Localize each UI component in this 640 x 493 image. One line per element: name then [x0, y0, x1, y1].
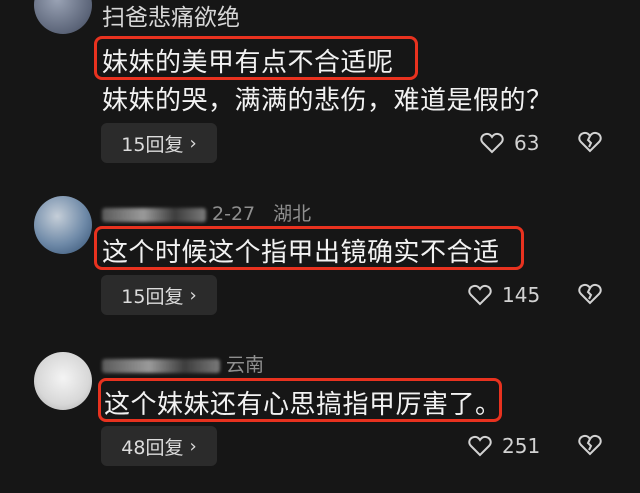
heart-outline-icon: [468, 284, 492, 306]
like-count: 145: [502, 283, 541, 307]
comment-text: 妹妹的美甲有点不合适呢: [102, 48, 394, 78]
chevron-right-icon: ›: [189, 435, 197, 457]
username-blurred: [102, 358, 220, 373]
reply-count: 15回复: [121, 285, 184, 308]
avatar[interactable]: [34, 196, 92, 254]
username[interactable]: 扫爸悲痛欲绝: [102, 0, 240, 32]
broken-heart-icon: [578, 131, 602, 153]
broken-heart-icon: [578, 283, 602, 305]
like-count: 251: [502, 434, 541, 458]
comment-meta: 2-27 湖北: [102, 199, 311, 226]
comment-date: 2-27: [212, 203, 256, 225]
heart-outline-icon: [468, 435, 492, 457]
username-blurred: [102, 207, 206, 222]
chevron-right-icon: ›: [189, 284, 197, 306]
view-replies-button[interactable]: 15回复 ›: [101, 275, 217, 315]
dislike-button[interactable]: [578, 131, 602, 157]
dislike-button[interactable]: [578, 283, 602, 309]
chevron-right-icon: ›: [189, 132, 197, 154]
comment-text: 这个妹妹还有心思搞指甲厉害了。: [104, 390, 502, 420]
like-button[interactable]: 251: [468, 434, 540, 458]
comment-meta: 云南: [102, 350, 264, 377]
heart-outline-icon: [480, 132, 504, 154]
comment-location: 云南: [226, 354, 265, 376]
like-button[interactable]: 145: [468, 283, 540, 307]
avatar[interactable]: [34, 0, 92, 34]
comment-text: 这个时候这个指甲出镜确实不合适: [102, 238, 500, 268]
avatar[interactable]: [34, 352, 92, 410]
comment-location: 湖北: [273, 203, 312, 225]
like-count: 63: [514, 131, 540, 155]
like-button[interactable]: 63: [480, 131, 539, 155]
broken-heart-icon: [578, 434, 602, 456]
reply-count: 15回复: [121, 133, 184, 156]
dislike-button[interactable]: [578, 434, 602, 460]
view-replies-button[interactable]: 15回复 ›: [101, 123, 217, 163]
reply-count: 48回复: [121, 436, 184, 459]
view-replies-button[interactable]: 48回复 ›: [101, 426, 217, 466]
comment-text-extra: 妹妹的哭，满满的悲伤，难道是假的？: [102, 86, 553, 116]
